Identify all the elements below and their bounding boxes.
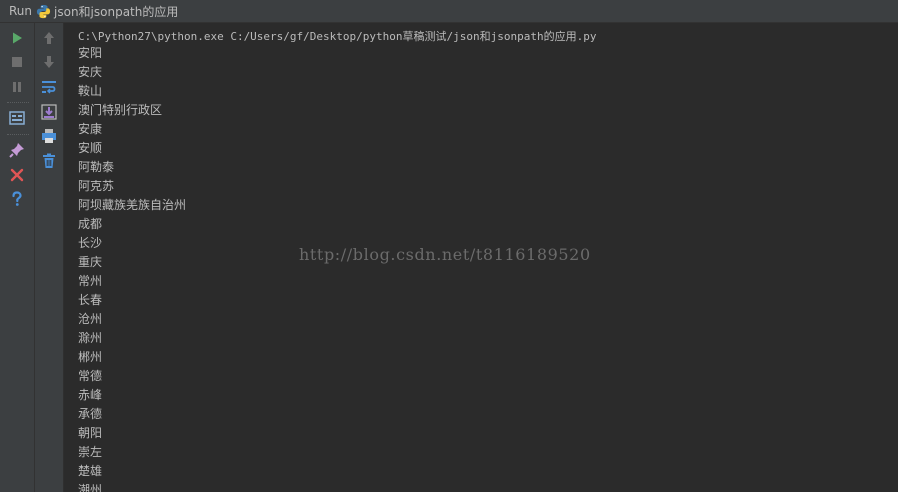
scroll-to-end-icon[interactable] xyxy=(40,103,58,121)
run-label: Run xyxy=(9,4,33,18)
console-line: 赤峰 xyxy=(78,388,103,402)
console-line: 长沙 xyxy=(78,236,103,250)
close-icon[interactable] xyxy=(8,166,26,184)
down-arrow-icon[interactable] xyxy=(40,53,58,71)
soft-wrap-icon[interactable] xyxy=(40,78,58,96)
console-line: 崇左 xyxy=(78,445,103,459)
console-line: 安庆 xyxy=(78,65,103,79)
rerun-icon[interactable] xyxy=(8,29,26,47)
watermark: http://blog.csdn.net/t8116189520 xyxy=(299,245,591,264)
console-line: 常州 xyxy=(78,274,103,288)
console-line: 鞍山 xyxy=(78,84,103,98)
console-line: 安顺 xyxy=(78,141,103,155)
console-line: 郴州 xyxy=(78,350,103,364)
console-line: 楚雄 xyxy=(78,464,103,478)
stop-icon[interactable] xyxy=(8,53,26,71)
console-line: 沧州 xyxy=(78,312,103,326)
toolbar-separator xyxy=(7,134,29,135)
run-tool-window-header: Run json和jsonpath的应用 xyxy=(0,0,898,23)
console-line: 阿克苏 xyxy=(78,179,115,193)
print-icon[interactable] xyxy=(40,127,58,145)
clear-all-icon[interactable] xyxy=(40,152,58,170)
pin-tab-icon[interactable] xyxy=(8,141,26,159)
console-line: 安康 xyxy=(78,122,103,136)
run-toolbar-left xyxy=(0,23,35,492)
console-line: 成都 xyxy=(78,217,103,231)
pause-icon[interactable] xyxy=(8,78,26,96)
python-icon xyxy=(36,4,51,19)
console-line: 长春 xyxy=(78,293,103,307)
console-line: 潮州 xyxy=(78,483,103,492)
console-line: 朝阳 xyxy=(78,426,103,440)
console-line: 常德 xyxy=(78,369,103,383)
run-toolbar-right xyxy=(35,23,64,492)
console-command-line: C:\Python27\python.exe C:/Users/gf/Deskt… xyxy=(78,30,597,43)
run-config-name: json和jsonpath的应用 xyxy=(54,4,179,19)
console-line: 滁州 xyxy=(78,331,103,345)
help-icon[interactable] xyxy=(8,190,26,208)
console-lines: 安阳安庆鞍山澳门特别行政区 安康安顺阿勒泰阿克苏阿坝藏族羌族自治州 成都长沙重庆常州… xyxy=(78,44,186,492)
up-arrow-icon[interactable] xyxy=(40,29,58,47)
dump-threads-icon[interactable] xyxy=(8,109,26,127)
console-line: 阿坝藏族羌族自治州 xyxy=(78,198,187,212)
console-line: 阿勒泰 xyxy=(78,160,115,174)
console-line: 澳门特别行政区 xyxy=(78,103,163,117)
toolbar-separator xyxy=(7,102,29,103)
console-line: 安阳 xyxy=(78,46,103,60)
console-line: 承德 xyxy=(78,407,103,421)
console-line: 重庆 xyxy=(78,255,103,269)
